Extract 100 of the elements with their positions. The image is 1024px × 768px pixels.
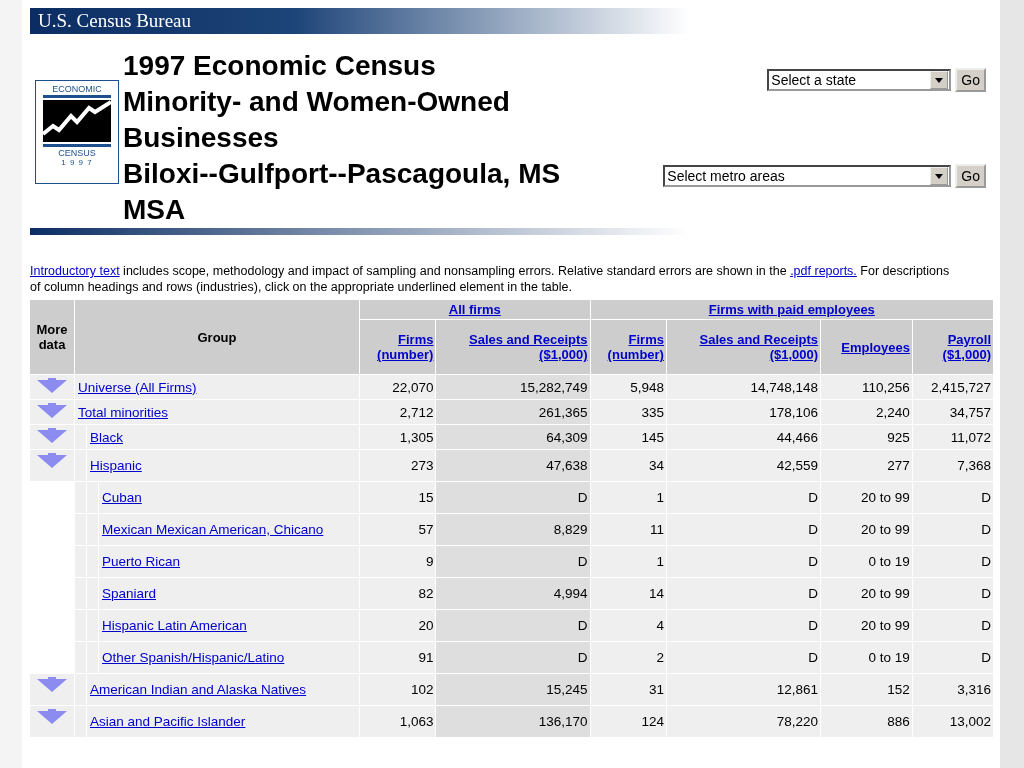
table-cell: 2,415,727 bbox=[912, 375, 993, 399]
table-cell: 13,002 bbox=[912, 706, 993, 737]
table-cell: 1,305 bbox=[360, 425, 436, 449]
table-cell: D bbox=[666, 482, 821, 513]
table-cell: 78,220 bbox=[666, 706, 821, 737]
table-cell: 277 bbox=[821, 450, 912, 481]
table-cell: D bbox=[912, 578, 993, 609]
table-cell: 2,712 bbox=[360, 400, 436, 424]
intro-link[interactable]: Introductory text bbox=[30, 264, 120, 278]
table-cell: D bbox=[436, 610, 590, 641]
caret-icon bbox=[935, 77, 944, 83]
table-cell: 4,994 bbox=[436, 578, 590, 609]
column-group-link[interactable]: All firms bbox=[448, 302, 501, 317]
table-cell: 145 bbox=[590, 425, 666, 449]
table-cell: 20 bbox=[360, 610, 436, 641]
table-cell: 152 bbox=[821, 674, 912, 705]
table-cell: 273 bbox=[360, 450, 436, 481]
table-cell: 12,861 bbox=[666, 674, 821, 705]
table-cell: 44,466 bbox=[666, 425, 821, 449]
table-cell: 110,256 bbox=[821, 375, 912, 399]
down-arrow-icon[interactable] bbox=[35, 453, 69, 469]
table-cell: 15,245 bbox=[436, 674, 590, 705]
table-cell: 9 bbox=[360, 546, 436, 577]
go-button[interactable]: Go bbox=[955, 68, 986, 92]
table-cell: 91 bbox=[360, 642, 436, 673]
unit-link[interactable]: ($1,000) bbox=[539, 347, 588, 362]
down-arrow-icon[interactable] bbox=[35, 428, 69, 444]
table-cell: D bbox=[666, 642, 821, 673]
table-cell: 20 to 99 bbox=[821, 482, 912, 513]
table-cell: 102 bbox=[360, 674, 436, 705]
table-cell: 4 bbox=[590, 610, 666, 641]
table-cell: 1,063 bbox=[360, 706, 436, 737]
table-cell: 11 bbox=[590, 514, 666, 545]
table-cell: 886 bbox=[821, 706, 912, 737]
table-cell: 64,309 bbox=[436, 425, 590, 449]
intro-paragraph: Introductory text includes scope, methodology and impact of sampling and nonsampling errors. Relative standard errors are shown in the .pdf reports. For descriptions of column headings and rows (industries), click on the appropriate underlined element in the table. bbox=[30, 263, 951, 295]
table-cell: 3,316 bbox=[912, 674, 993, 705]
unit-link[interactable]: ($1,000) bbox=[769, 347, 819, 362]
table-cell: 2,240 bbox=[821, 400, 912, 424]
down-arrow-icon[interactable] bbox=[35, 677, 69, 693]
table-cell: 261,365 bbox=[436, 400, 590, 424]
table-cell: 42,559 bbox=[666, 450, 821, 481]
table-cell: D bbox=[436, 546, 590, 577]
pdf-reports-link[interactable]: .pdf reports. bbox=[790, 264, 857, 278]
table-cell: D bbox=[436, 642, 590, 673]
page-title-line: Businesses bbox=[123, 121, 280, 155]
table-cell: 1 bbox=[590, 546, 666, 577]
down-arrow-icon[interactable] bbox=[35, 709, 69, 725]
table-cell: D bbox=[666, 546, 821, 577]
page-title-line: 1997 Economic Census bbox=[123, 49, 437, 83]
table-cell: D bbox=[912, 610, 993, 641]
table-cell: D bbox=[912, 482, 993, 513]
table-cell: 178,106 bbox=[666, 400, 821, 424]
census-logo: ECONOMIC CENSUS 1 9 9 7 bbox=[35, 80, 119, 184]
table-cell: D bbox=[912, 514, 993, 545]
column-header-link[interactable]: Payroll bbox=[947, 332, 991, 347]
unit-link[interactable]: ($1,000) bbox=[942, 347, 991, 362]
table-cell: 1 bbox=[590, 482, 666, 513]
table-cell: 0 to 19 bbox=[821, 642, 912, 673]
table-cell: 47,638 bbox=[436, 450, 590, 481]
table-cell: 31 bbox=[590, 674, 666, 705]
table-cell: 0 to 19 bbox=[821, 546, 912, 577]
column-header-link[interactable]: Firms bbox=[628, 332, 664, 347]
group-link[interactable]: Spaniard bbox=[99, 586, 157, 601]
table-cell: 20 to 99 bbox=[821, 514, 912, 545]
page-title-line: MSA bbox=[123, 193, 187, 227]
group-link[interactable]: Hispanic bbox=[87, 458, 142, 473]
dropdown-select[interactable]: Select metro areas bbox=[663, 165, 952, 187]
unit-link[interactable]: (number) bbox=[377, 347, 434, 362]
down-arrow-icon[interactable] bbox=[35, 403, 69, 419]
table-cell: 20 to 99 bbox=[821, 578, 912, 609]
table-cell: D bbox=[912, 642, 993, 673]
table-cell: 2 bbox=[590, 642, 666, 673]
table-cell: 11,072 bbox=[912, 425, 993, 449]
table-cell: 34 bbox=[590, 450, 666, 481]
table-cell: 15,282,749 bbox=[436, 375, 590, 399]
table-cell: 335 bbox=[590, 400, 666, 424]
page-title-line: Minority- and Women-Owned bbox=[123, 85, 511, 119]
group-link[interactable]: Black bbox=[87, 429, 123, 445]
unit-link[interactable]: (number) bbox=[607, 347, 664, 362]
column-header: Group bbox=[197, 329, 237, 345]
page-title-line: Biloxi--Gulfport--Pascagoula, MS bbox=[123, 157, 562, 191]
caret-icon bbox=[935, 173, 944, 179]
go-button[interactable]: Go bbox=[955, 164, 986, 188]
table-cell: 15 bbox=[360, 482, 436, 513]
column-header-link[interactable]: Sales and Receipts bbox=[699, 332, 819, 347]
dropdown-select[interactable]: Select a state bbox=[767, 69, 952, 91]
table-cell: D bbox=[436, 482, 590, 513]
group-link[interactable]: Puerto Rican bbox=[99, 554, 181, 569]
table-cell: 124 bbox=[590, 706, 666, 737]
table-cell: 925 bbox=[821, 425, 912, 449]
down-arrow-icon[interactable] bbox=[35, 378, 69, 394]
group-link[interactable]: Cuban bbox=[99, 490, 142, 505]
table-cell: 14,748,148 bbox=[666, 375, 821, 399]
table-cell: 5,948 bbox=[590, 375, 666, 399]
table-cell: 7,368 bbox=[912, 450, 993, 481]
column-header-link[interactable]: Sales and Receipts bbox=[469, 332, 588, 347]
table-cell: 34,757 bbox=[912, 400, 993, 424]
column-header-link[interactable]: Firms bbox=[398, 332, 434, 347]
table-cell: 14 bbox=[590, 578, 666, 609]
